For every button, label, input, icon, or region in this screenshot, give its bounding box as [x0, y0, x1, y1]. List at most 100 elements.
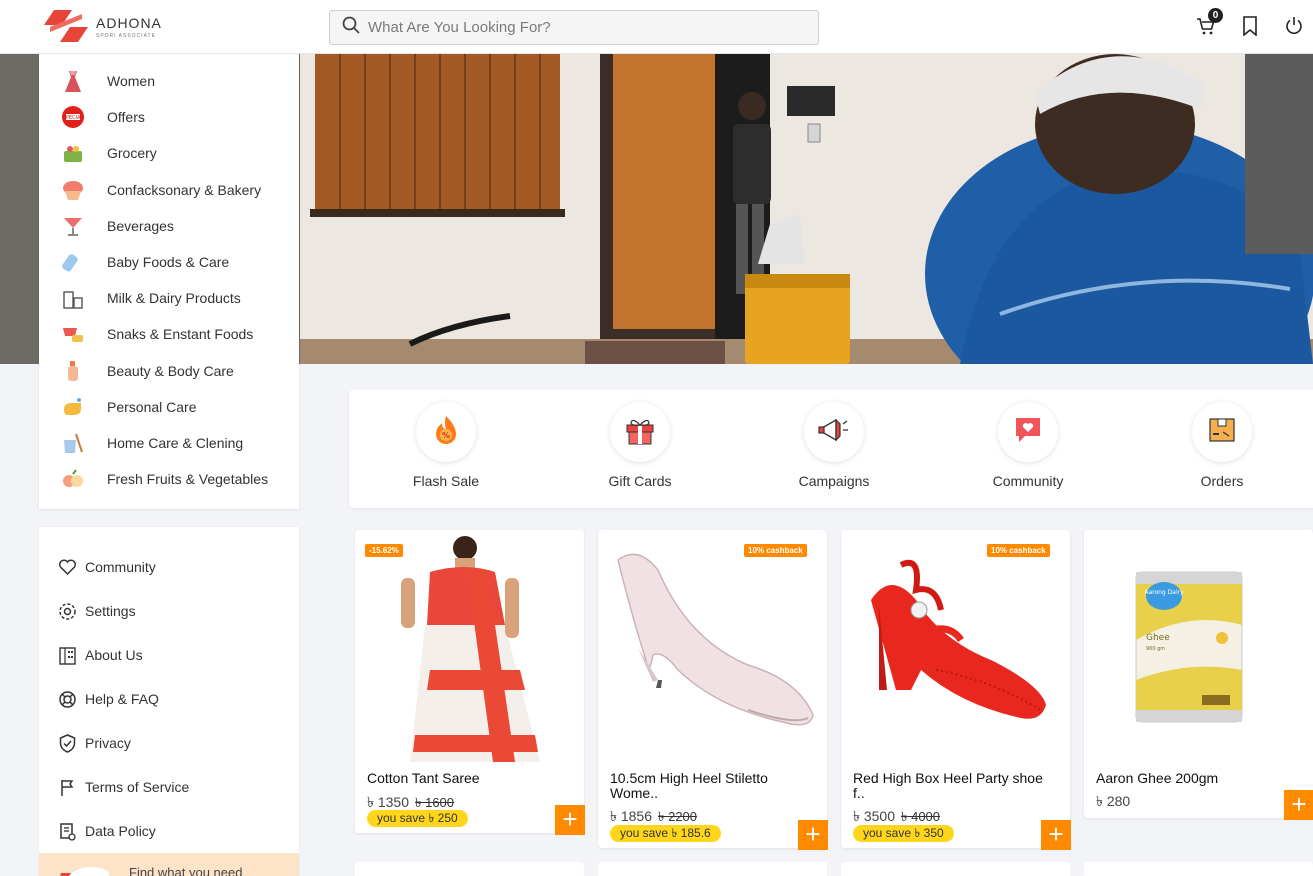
product-price: ৳ 280 [1096, 793, 1131, 809]
quick-link-campaigns[interactable]: Campaigns [774, 402, 894, 489]
category-menu: Women SPECIAL Offers Grocery Confacksona… [39, 54, 299, 509]
side-item-label: Terms of Service [85, 779, 190, 795]
dress-icon [61, 69, 85, 93]
quick-link-community[interactable]: Community [968, 402, 1088, 489]
category-item-milk-dairy[interactable]: Milk & Dairy Products [39, 280, 299, 316]
side-item-settings[interactable]: Settings [39, 589, 299, 633]
quick-link-label: Orders [1200, 473, 1244, 489]
heart-icon [58, 558, 77, 577]
category-item-home-care[interactable]: Home Care & Clening [39, 425, 299, 461]
quick-link-label: Flash Sale [412, 473, 480, 489]
brand-name: ADHONA [96, 14, 162, 31]
category-item-grocery[interactable]: Grocery [39, 135, 299, 171]
side-item-label: Privacy [85, 735, 131, 751]
svg-text:%: % [442, 431, 450, 440]
product-old-price: ৳ 2200 [658, 809, 698, 824]
svg-text:SPECIAL: SPECIAL [63, 115, 84, 121]
shield-icon [58, 733, 77, 753]
side-item-terms[interactable]: Terms of Service [39, 765, 299, 809]
product-price: ৳ 1350 [367, 794, 410, 810]
search-input[interactable] [368, 19, 788, 36]
promo-text: Find what you need [129, 865, 243, 876]
add-to-cart-button[interactable]: + [798, 820, 828, 850]
gear-icon [58, 602, 77, 621]
add-to-cart-button[interactable]: + [1284, 790, 1313, 820]
discount-badge: -15.62% [365, 544, 403, 557]
category-item-women[interactable]: Women [39, 63, 299, 99]
side-item-label: Data Policy [85, 823, 156, 839]
category-item-bakery[interactable]: Confacksonary & Bakery [39, 172, 299, 208]
product-card-partial[interactable] [1084, 862, 1313, 876]
product-price: ৳ 1856 [610, 808, 653, 824]
flash-sale-icon: % [432, 415, 460, 450]
product-card-partial[interactable] [841, 862, 1070, 876]
add-to-cart-button[interactable]: + [555, 805, 585, 835]
cupcake-icon [61, 178, 85, 202]
category-item-baby-foods[interactable]: Baby Foods & Care [39, 244, 299, 280]
product-price-row: ৳ 280 [1096, 790, 1130, 814]
savings-pill: you save ৳ 185.6 [610, 825, 721, 842]
cart-button[interactable]: 0 [1196, 8, 1223, 38]
quick-links-bar: % Flash Sale Gift Cards Campaigns Commun… [349, 390, 1313, 508]
product-image-saree [355, 530, 584, 762]
package-icon [1207, 415, 1237, 450]
product-card-partial[interactable] [598, 862, 827, 876]
grocery-basket-icon [61, 141, 85, 165]
side-item-privacy[interactable]: Privacy [39, 721, 299, 765]
baby-bottle-icon [61, 250, 85, 274]
search-icon[interactable] [342, 16, 360, 39]
promo-strip[interactable]: Find what you need [39, 853, 299, 876]
lotion-icon [61, 359, 85, 383]
category-label: Women [107, 73, 155, 90]
cocktail-icon [61, 214, 85, 238]
quick-link-gift-cards[interactable]: Gift Cards [580, 402, 700, 489]
brand-logo[interactable]: ADHONA SPORI ASSOCIATE [42, 10, 172, 44]
category-item-snacks[interactable]: Snaks & Enstant Foods [39, 316, 299, 352]
product-card[interactable]: -15.62% Cotton Tant Saree ৳ 1350 ৳ 1600 y… [355, 530, 585, 835]
product-image-ghee: Aarong Dairy Ghee 900 gm [1084, 530, 1313, 762]
quick-link-orders[interactable]: Orders [1162, 402, 1282, 489]
product-title: Aaron Ghee 200gm [1096, 770, 1219, 786]
product-image-stiletto [598, 530, 827, 762]
building-icon [58, 646, 77, 665]
category-item-beverages[interactable]: Beverages [39, 208, 299, 244]
plus-icon: + [805, 819, 821, 849]
quick-link-flash-sale[interactable]: % Flash Sale [386, 402, 506, 489]
side-item-label: Help & FAQ [85, 691, 159, 707]
side-item-help-faq[interactable]: Help & FAQ [39, 677, 299, 721]
product-card[interactable]: 10% cashback Red High Box Heel Party sho… [841, 530, 1071, 850]
plus-icon: + [562, 804, 578, 834]
plus-icon: + [1291, 789, 1307, 819]
flag-icon [58, 778, 77, 797]
milk-icon [61, 286, 85, 310]
add-to-cart-button[interactable]: + [1041, 820, 1071, 850]
cart-count-badge: 0 [1208, 8, 1223, 23]
bookmark-icon[interactable] [1241, 16, 1263, 38]
product-title: 10.5cm High Heel Stiletto Wome.. [610, 770, 768, 801]
product-card-partial[interactable] [355, 862, 584, 876]
category-item-personal-care[interactable]: Personal Care [39, 389, 299, 425]
cashback-badge: 10% cashback [987, 544, 1050, 557]
category-item-fruits[interactable]: Fresh Fruits & Vegetables [39, 461, 299, 497]
product-card[interactable]: Aarong Dairy Ghee 900 gm Aaron Ghee 200g… [1084, 530, 1313, 820]
product-card[interactable]: 10% cashback 10.5cm High Heel Stiletto W… [598, 530, 828, 850]
product-old-price: ৳ 1600 [415, 795, 455, 810]
side-item-about-us[interactable]: About Us [39, 633, 299, 677]
product-title: Cotton Tant Saree [367, 770, 480, 786]
plus-icon: + [1048, 819, 1064, 849]
promo-logo-icon [59, 865, 113, 876]
category-label: Grocery [107, 145, 157, 162]
category-label: Fresh Fruits & Vegetables [107, 471, 269, 488]
chat-heart-icon [1013, 415, 1043, 450]
side-item-label: Community [85, 559, 156, 575]
side-item-data-policy[interactable]: Data Policy [39, 809, 299, 853]
category-item-beauty[interactable]: Beauty & Body Care [39, 353, 299, 389]
category-label: Confacksonary & Bakery [107, 181, 262, 198]
category-label: Milk & Dairy Products [107, 290, 241, 307]
side-item-community[interactable]: Community [39, 545, 299, 589]
category-item-offers[interactable]: SPECIAL Offers [39, 99, 299, 135]
lifebuoy-icon [58, 690, 77, 709]
power-icon[interactable] [1284, 16, 1306, 38]
offer-tag-icon: SPECIAL [61, 105, 85, 129]
side-item-label: About Us [85, 647, 143, 663]
